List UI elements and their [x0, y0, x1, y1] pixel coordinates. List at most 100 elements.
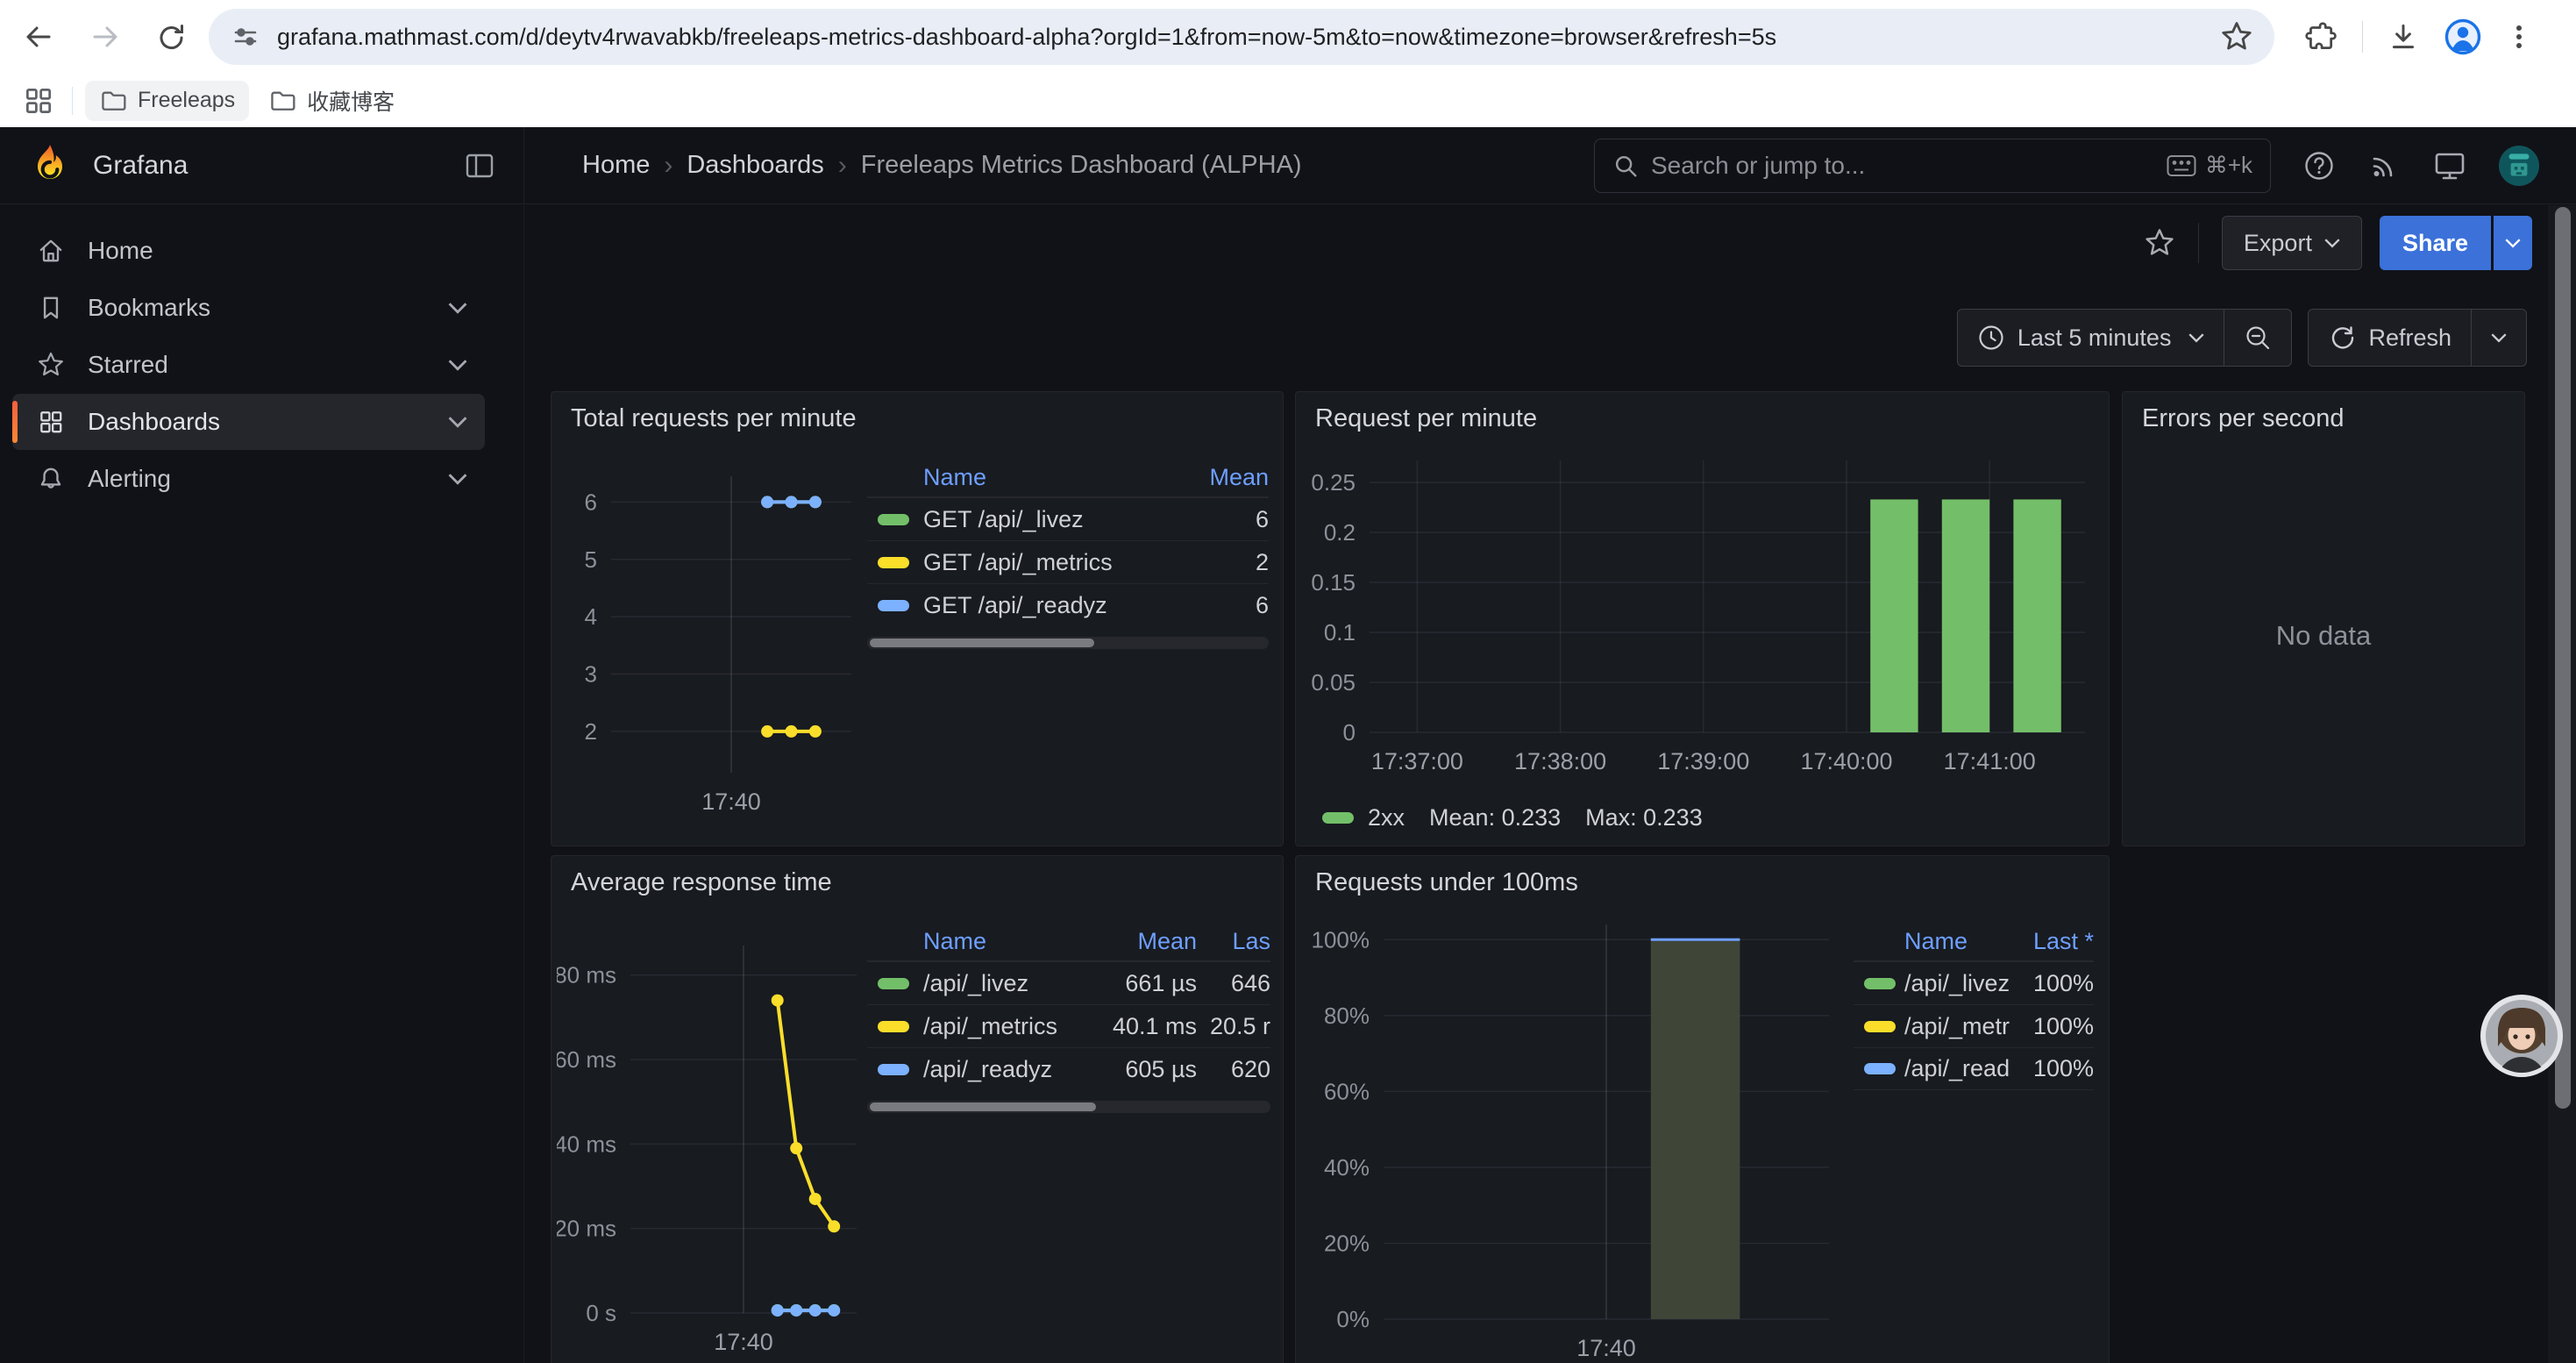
help-button[interactable] — [2302, 149, 2336, 182]
data-point[interactable] — [786, 496, 798, 508]
data-point[interactable] — [809, 496, 822, 508]
bar[interactable] — [2013, 499, 2060, 732]
breadcrumb-home[interactable]: Home — [582, 151, 650, 180]
legend-row[interactable]: GET /api/_metrics2 — [867, 540, 1269, 583]
sidebar-item-bookmarks[interactable]: Bookmarks — [12, 280, 485, 336]
page-scrollbar-thumb[interactable] — [2555, 207, 2571, 1109]
breadcrumb-dashboards[interactable]: Dashboards — [687, 151, 823, 180]
series-line[interactable] — [778, 1001, 835, 1227]
display-button[interactable] — [2432, 149, 2467, 182]
legend-series-name[interactable]: /api/_livez — [1904, 970, 2010, 997]
legend-series-name[interactable]: 2xx — [1368, 804, 1405, 831]
time-range-picker[interactable]: Last 5 minutes — [1958, 310, 2224, 366]
browser-back-button[interactable] — [19, 18, 58, 56]
legend-row[interactable]: /api/_livez661 µs646 — [867, 961, 1270, 1004]
share-button[interactable]: Share — [2380, 216, 2491, 270]
bookmark-star-icon[interactable] — [2220, 20, 2253, 54]
legend-series-name[interactable]: /api/_readyz — [923, 1056, 1078, 1083]
request_per_minute-plot[interactable]: 00.050.10.150.20.2517:37:0017:38:0017:39… — [1303, 443, 2096, 803]
legend-row[interactable]: /api/_readyz605 µs620 — [867, 1047, 1270, 1090]
data-point[interactable] — [828, 1220, 840, 1232]
legend-scrollbar-thumb[interactable] — [870, 639, 1094, 647]
legend-series-name[interactable]: /api/_readyz — [1904, 1055, 2010, 1082]
requests-under-100ms-chart[interactable]: 0%20%40%60%80%100%17:40 — [1301, 914, 1839, 1363]
browser-reload-button[interactable] — [153, 18, 191, 56]
total-requests-chart[interactable]: 2345617:40 — [557, 450, 864, 839]
share-menu-button[interactable] — [2494, 216, 2532, 270]
legend-series-name[interactable]: /api/_livez — [923, 970, 1078, 997]
data-point[interactable] — [809, 1304, 822, 1317]
x-tick-label: 17:41:00 — [1944, 748, 2036, 774]
data-point[interactable] — [828, 1304, 840, 1317]
user-avatar[interactable] — [2499, 146, 2539, 186]
request-per-minute-chart[interactable]: 00.050.10.150.20.2517:37:0017:38:0017:39… — [1303, 443, 2096, 803]
favorite-star-icon[interactable] — [2144, 227, 2175, 259]
sidebar-collapse-icon[interactable] — [464, 150, 495, 182]
url-text[interactable]: grafana.mathmast.com/d/deytv4rwavabkb/fr… — [277, 24, 2220, 51]
avg_response-plot[interactable]: 0 s20 ms40 ms60 ms80 ms17:40 — [557, 914, 865, 1363]
legend-series-name[interactable]: GET /api/_metrics — [923, 549, 1178, 576]
bar[interactable] — [1870, 499, 1918, 732]
floating-assistant-avatar[interactable] — [2480, 994, 2564, 1078]
legend-swatch-cell — [867, 978, 923, 989]
address-bar[interactable]: grafana.mathmast.com/d/deytv4rwavabkb/fr… — [209, 9, 2274, 65]
data-point[interactable] — [786, 725, 798, 738]
sidebar-item-alerting[interactable]: Alerting — [12, 451, 485, 507]
legend-series-name[interactable]: GET /api/_livez — [923, 506, 1178, 533]
refresh-interval-button[interactable] — [2472, 310, 2526, 366]
panel-title[interactable]: Request per minute — [1315, 404, 1537, 433]
browser-forward-button[interactable] — [86, 18, 125, 56]
zoom-out-button[interactable] — [2224, 310, 2291, 366]
x-tick-label: 17:39:00 — [1657, 748, 1749, 774]
panel-title[interactable]: Average response time — [571, 868, 832, 897]
legend-column-header[interactable]: Name — [1904, 928, 2010, 955]
legend-row[interactable]: /api/_metrics40.1 ms20.5 r — [867, 1004, 1270, 1047]
panel-title[interactable]: Errors per second — [2142, 404, 2345, 433]
bookmark-folder-freeleaps[interactable]: Freeleaps — [85, 81, 249, 121]
bar[interactable] — [1942, 499, 1989, 732]
average-response-time-chart[interactable]: 0 s20 ms40 ms60 ms80 ms17:40 — [557, 914, 865, 1363]
browser-menu-button[interactable] — [2500, 18, 2538, 56]
sidebar-item-home[interactable]: Home — [12, 223, 485, 279]
sidebar-item-starred[interactable]: Starred — [12, 337, 485, 393]
legend-scrollbar[interactable] — [867, 1101, 1270, 1113]
data-point[interactable] — [761, 496, 773, 508]
legend-row[interactable]: /api/_metrics100% — [1854, 1004, 2094, 1047]
total_requests-plot[interactable]: 2345617:40 — [557, 450, 864, 839]
bar[interactable] — [1651, 939, 1740, 1319]
search-input[interactable]: Search or jump to... ⌘+k — [1594, 139, 2271, 193]
panel-title[interactable]: Total requests per minute — [571, 404, 857, 433]
data-point[interactable] — [790, 1142, 802, 1154]
legend-row[interactable]: GET /api/_livez6 — [867, 497, 1269, 540]
legend-row[interactable]: GET /api/_readyz6 — [867, 583, 1269, 626]
bookmarks-apps-button[interactable] — [19, 82, 58, 120]
legend-scrollbar-thumb[interactable] — [870, 1103, 1096, 1111]
data-point[interactable] — [809, 1193, 822, 1205]
data-point[interactable] — [772, 1304, 784, 1317]
data-point[interactable] — [761, 725, 773, 738]
refresh-button[interactable]: Refresh — [2309, 310, 2471, 366]
grafana-logo[interactable] — [26, 142, 74, 189]
sidebar-item-dashboards[interactable]: Dashboards — [12, 394, 485, 450]
export-button[interactable]: Export — [2222, 216, 2362, 270]
panel-title[interactable]: Requests under 100ms — [1315, 868, 1578, 897]
data-point[interactable] — [809, 725, 822, 738]
bookmark-folder-blogs[interactable]: 收藏博客 — [254, 79, 409, 123]
browser-profile-button[interactable] — [2444, 18, 2482, 56]
legend-row[interactable]: /api/_livez100% — [1854, 961, 2094, 1004]
legend-series-name[interactable]: /api/_metrics — [923, 1013, 1078, 1040]
legend-row[interactable]: /api/_readyz100% — [1854, 1047, 2094, 1090]
legend-series-name[interactable]: /api/_metrics — [1904, 1013, 2010, 1040]
extensions-button[interactable] — [2301, 18, 2339, 56]
data-point[interactable] — [790, 1304, 802, 1317]
under_100ms-plot[interactable]: 0%20%40%60%80%100%17:40 — [1301, 914, 1839, 1363]
legend-series-name[interactable]: GET /api/_readyz — [923, 592, 1178, 619]
news-button[interactable] — [2367, 149, 2401, 182]
site-info-icon[interactable] — [230, 21, 261, 53]
legend-column-header[interactable]: Name — [923, 464, 1178, 491]
legend-scrollbar[interactable] — [867, 637, 1269, 649]
data-point[interactable] — [772, 995, 784, 1007]
downloads-button[interactable] — [2384, 18, 2423, 56]
page-scrollbar-track[interactable] — [2548, 205, 2576, 1363]
legend-column-header[interactable]: Name — [923, 928, 1078, 955]
